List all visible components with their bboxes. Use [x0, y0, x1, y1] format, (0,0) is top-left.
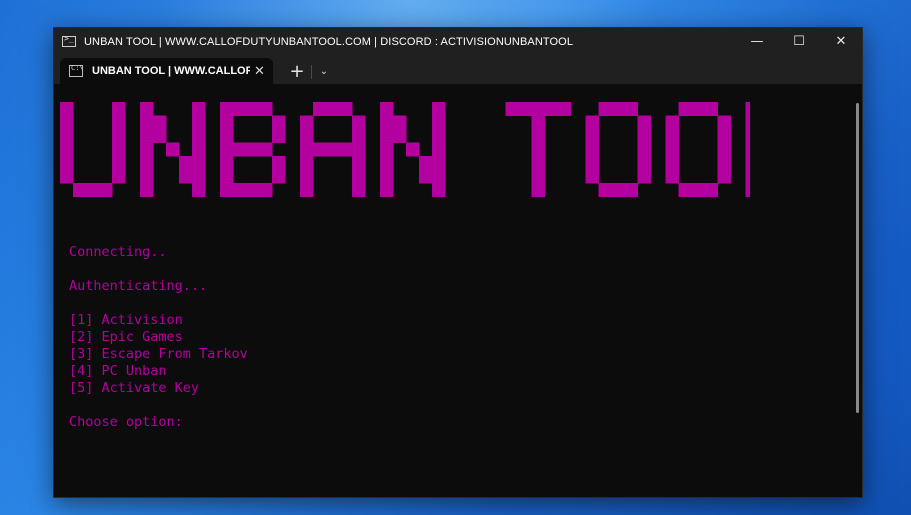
option-activate-key: [5] Activate Key: [69, 380, 200, 396]
tab-bar: UNBAN TOOL | WWW.CALLOF ✕ + ⌄: [54, 55, 862, 84]
tab-dropdown-button[interactable]: ⌄: [314, 60, 334, 82]
connecting-line: Connecting..: [69, 244, 167, 260]
new-tab-button[interactable]: +: [286, 60, 308, 82]
authenticating-line: Authenticating...: [69, 278, 208, 294]
tab-label: UNBAN TOOL | WWW.CALLOF: [92, 65, 250, 77]
window-title: UNBAN TOOL | WWW.CALLOFDUTYUNBANTOOL.COM…: [84, 35, 574, 48]
option-escape-from-tarkov: [3] Escape From Tarkov: [69, 346, 248, 362]
close-button[interactable]: ✕: [820, 28, 862, 55]
option-epic-games: [2] Epic Games: [69, 329, 183, 345]
terminal-window[interactable]: UNBAN TOOL | WWW.CALLOFDUTYUNBANTOOL.COM…: [53, 27, 863, 498]
scrollbar[interactable]: [856, 103, 859, 413]
terminal-content[interactable]: Connecting.. Authenticating... [1] Activ…: [54, 84, 862, 497]
option-pc-unban: [4] PC Unban: [69, 363, 167, 379]
choose-option-prompt: Choose option:: [69, 414, 183, 430]
minimize-button[interactable]: —: [736, 28, 778, 55]
cmd-icon: [69, 64, 84, 77]
option-activision: [1] Activision: [69, 312, 183, 328]
window-controls: — ☐ ✕: [736, 28, 862, 55]
tab-close-icon[interactable]: ✕: [254, 64, 265, 79]
tab-unban-tool[interactable]: UNBAN TOOL | WWW.CALLOF ✕: [60, 58, 273, 84]
terminal-icon: [62, 34, 76, 47]
tab-separator: [311, 65, 312, 79]
title-bar[interactable]: UNBAN TOOL | WWW.CALLOFDUTYUNBANTOOL.COM…: [54, 28, 862, 55]
maximize-button[interactable]: ☐: [778, 28, 820, 55]
banner-text: [60, 102, 750, 197]
